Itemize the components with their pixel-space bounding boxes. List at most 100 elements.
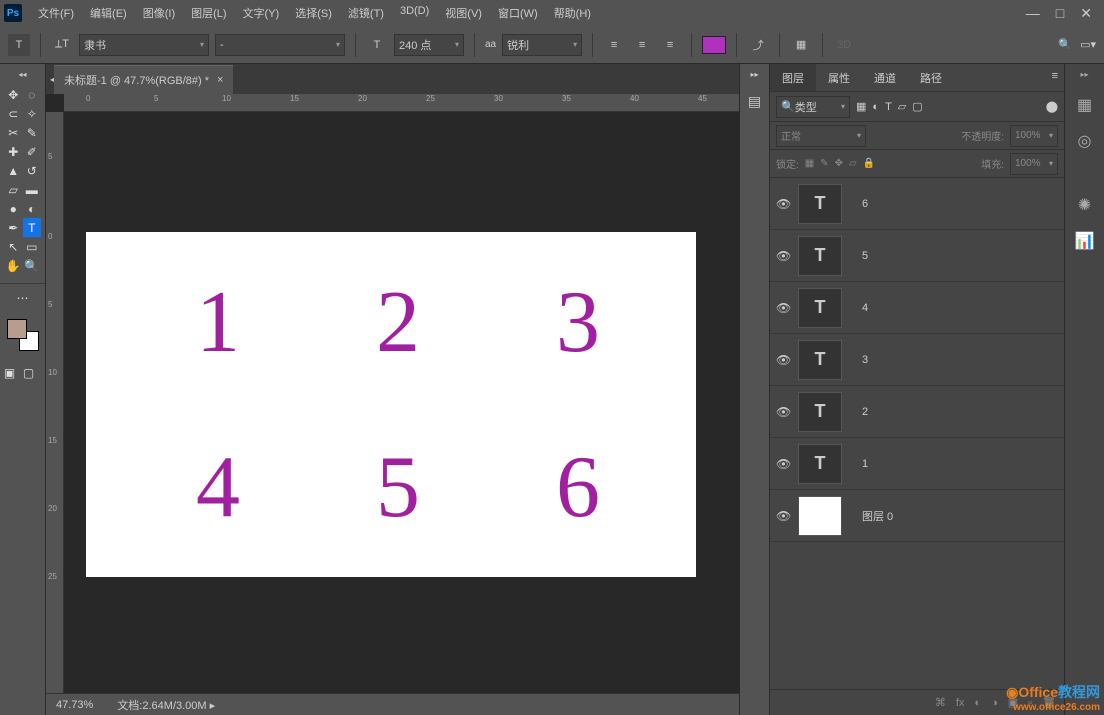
ruler-horizontal[interactable]: 0 5 10 15 20 25 30 35 40 45 [64,94,739,112]
layer-row[interactable]: 👁图层 0 [770,490,1064,542]
menu-image[interactable]: 图像(I) [135,1,183,25]
edit-toolbar-button[interactable]: ⋯ [13,288,32,307]
filter-pixel-icon[interactable]: ▦ [856,100,866,113]
font-family-dropdown[interactable]: 隶书 [79,34,209,56]
layer-row[interactable]: 👁T3 [770,334,1064,386]
layer-row[interactable]: 👁 T6 [770,178,1064,230]
opacity-input[interactable]: 100% [1010,125,1058,147]
layer-row[interactable]: 👁 T4 [770,282,1064,334]
font-style-dropdown[interactable]: - [215,34,345,56]
tools-collapse[interactable]: ◂◂ [0,68,45,81]
search-icon[interactable]: 🔍 [1058,38,1072,51]
layer-mask-icon[interactable]: ◐ [974,697,981,709]
menu-type[interactable]: 文字(Y) [235,1,288,25]
filter-adjust-icon[interactable]: ◐ [872,101,879,113]
layer-name[interactable]: 4 [850,302,1058,314]
lock-all-icon[interactable]: 🔒 [863,158,875,169]
layer-row[interactable]: 👁 T2 [770,386,1064,438]
layer-name[interactable]: 1 [850,458,1058,470]
text-layer-3[interactable]: 3 [556,272,600,373]
tab-properties[interactable]: 属性 [816,64,862,91]
document-tab[interactable]: 未标题-1 @ 47.7%(RGB/8#) * × [54,65,233,94]
lock-position-icon[interactable]: ✥ [835,158,843,169]
link-layers-icon[interactable]: ⌘ [935,696,946,709]
tab-pin[interactable]: ◂◂ [46,75,54,84]
maximize-button[interactable]: □ [1056,5,1064,22]
layer-thumb[interactable]: T [798,444,842,484]
text-layer-6[interactable]: 6 [556,437,600,538]
tab-paths[interactable]: 路径 [908,64,954,91]
menu-window[interactable]: 窗口(W) [490,1,546,25]
move-tool[interactable]: ✥ [4,85,23,104]
lock-brush-icon[interactable]: ✎ [820,158,828,169]
lock-pixels-icon[interactable]: ▦ [805,158,814,169]
fill-input[interactable]: 100% [1010,153,1058,175]
text-layer-4[interactable]: 4 [196,437,240,538]
rail-expand[interactable]: ▸▸ [1080,70,1088,79]
layer-visibility-icon[interactable]: 👁 [776,249,790,263]
dodge-tool[interactable]: ◐ [23,199,42,218]
history-brush-tool[interactable]: ↺ [23,161,42,180]
layer-visibility-icon[interactable]: 👁 [776,405,790,419]
screenmode-button[interactable]: ▢ [19,363,38,382]
blend-mode-dropdown[interactable]: 正常 [776,125,866,147]
layer-row[interactable]: 👁 T1 [770,438,1064,490]
filter-smart-icon[interactable]: ▢ [912,100,922,113]
text-layer-2[interactable]: 2 [376,272,420,373]
pen-tool[interactable]: ✒ [4,218,23,237]
zoom-tool[interactable]: 🔍 [23,256,42,275]
layer-visibility-icon[interactable]: 👁 [776,197,790,211]
close-button[interactable]: ✕ [1080,5,1092,22]
layer-thumb[interactable] [798,496,842,536]
menu-filter[interactable]: 滤镜(T) [340,1,392,25]
cc-icon[interactable]: ◎ [1078,131,1092,151]
histogram-icon[interactable]: 📊 [1075,231,1095,251]
text-layer-5[interactable]: 5 [376,437,420,538]
blur-tool[interactable]: ● [4,199,23,218]
layer-thumb[interactable]: T [798,288,842,328]
lock-artboard-icon[interactable]: ▱ [849,158,857,169]
panel-menu-button[interactable]: ≡ [1046,64,1064,91]
menu-file[interactable]: 文件(F) [30,1,82,25]
layer-row[interactable]: 👁T5 [770,230,1064,282]
text-color-swatch[interactable] [702,36,726,54]
text-layer-1[interactable]: 1 [196,272,240,373]
eyedropper-tool[interactable]: ✎ [23,123,42,142]
font-size-dropdown[interactable]: 240 点 [394,34,464,56]
layer-name[interactable]: 图层 0 [850,508,1058,524]
lasso-tool[interactable]: ⊂ [4,104,23,123]
zoom-level[interactable]: 47.73% [56,699,93,711]
layer-name[interactable]: 6 [850,198,1058,210]
canvas-viewport[interactable]: 1 2 3 4 5 6 [64,112,739,693]
3d-text-button[interactable]: 3D [833,34,855,56]
menu-3d[interactable]: 3D(D) [392,1,437,25]
menu-edit[interactable]: 编辑(E) [82,1,135,25]
canvas[interactable]: 1 2 3 4 5 6 [86,232,696,577]
layer-thumb[interactable]: T [798,340,842,380]
character-panel-button[interactable]: ▦ [790,34,812,56]
layer-name[interactable]: 5 [850,250,1058,262]
path-tool[interactable]: ↖ [4,237,23,256]
layer-visibility-icon[interactable]: 👁 [776,301,790,315]
layer-thumb[interactable]: T [798,184,842,224]
magic-wand-tool[interactable]: ✧ [23,104,42,123]
color-swatches[interactable] [7,319,39,351]
type-tool[interactable]: T [23,218,42,237]
align-right-button[interactable]: ≡ [659,34,681,56]
hand-tool[interactable]: ✋ [4,256,23,275]
ruler-vertical[interactable]: 5 0 5 10 15 20 25 [46,112,64,693]
menu-layer[interactable]: 图层(L) [183,1,234,25]
menu-help[interactable]: 帮助(H) [546,1,599,25]
antialias-dropdown[interactable]: 锐利 [502,34,582,56]
eraser-tool[interactable]: ▱ [4,180,23,199]
layer-name[interactable]: 2 [850,406,1058,418]
libraries-icon[interactable]: ▦ [1077,95,1092,115]
crop-tool[interactable]: ✂ [4,123,23,142]
layer-visibility-icon[interactable]: 👁 [776,457,790,471]
workspace-dropdown[interactable]: ▭▾ [1080,38,1096,51]
layer-thumb[interactable]: T [798,392,842,432]
layer-fx-icon[interactable]: fx [956,697,965,709]
healing-tool[interactable]: ✚ [4,142,23,161]
filter-shape-icon[interactable]: ▱ [898,100,906,113]
adjustment-layer-icon[interactable]: ◑ [991,697,998,709]
